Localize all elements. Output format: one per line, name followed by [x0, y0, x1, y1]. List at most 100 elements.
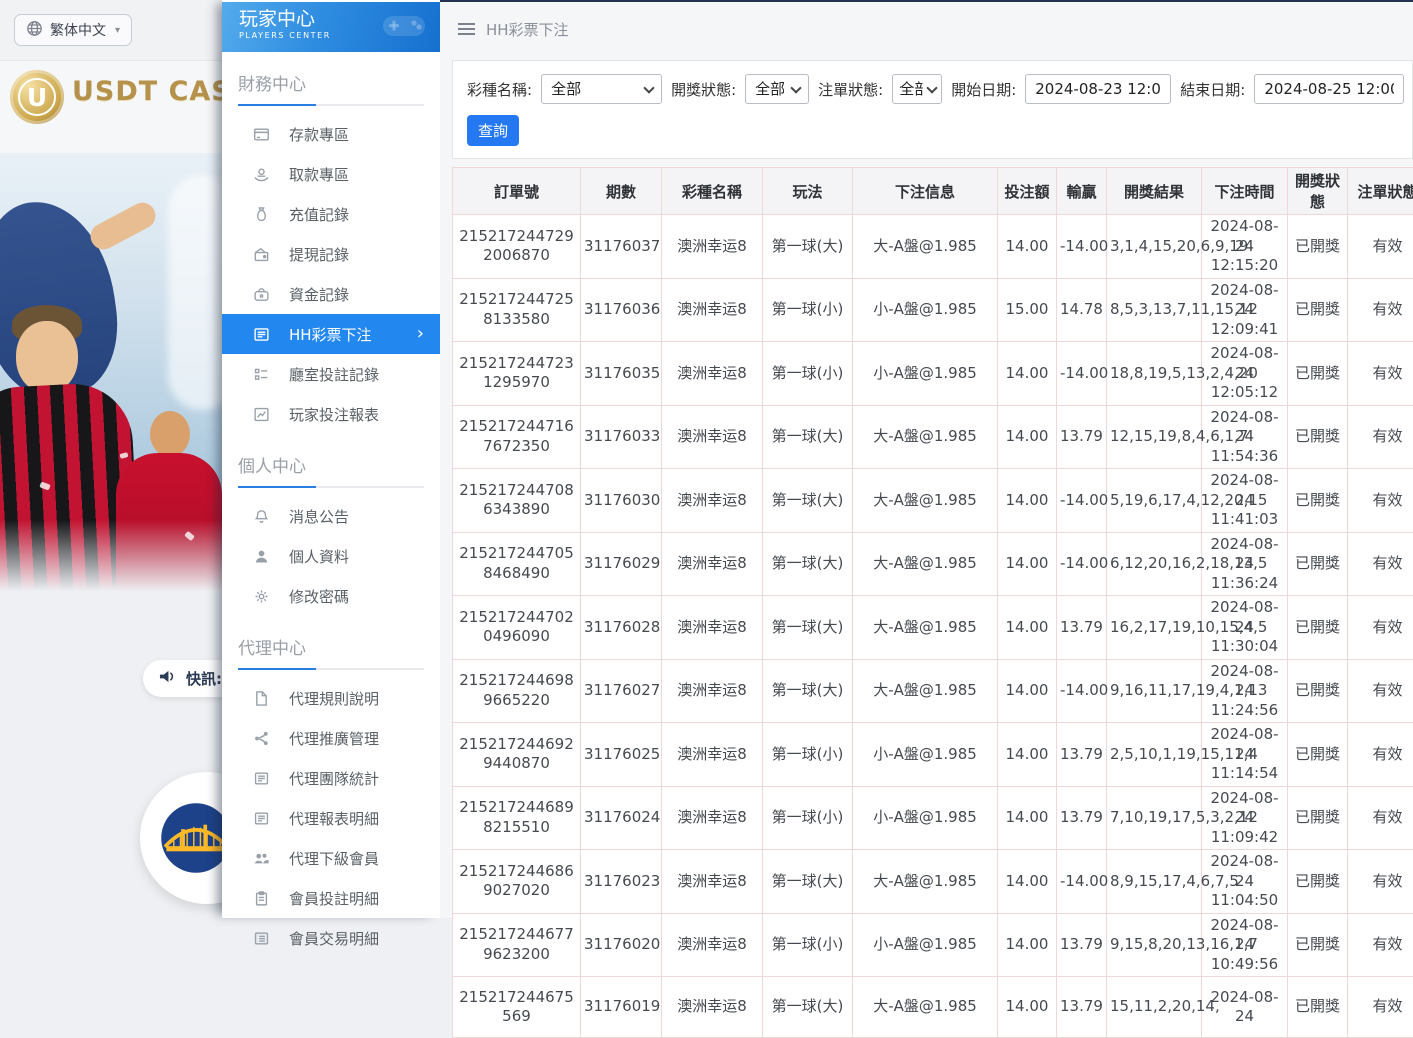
user-icon	[253, 548, 270, 565]
table-header-row: 訂單號期數彩種名稱玩法下注信息投注額輸贏開獎結果下注時間開獎狀態注單狀態	[453, 168, 1413, 215]
sidebar-item[interactable]: HH彩票下注 ›	[222, 314, 440, 354]
table-cell: 31176036	[581, 278, 662, 342]
sidebar-section-heading: 代理中心	[238, 634, 424, 670]
table-cell: 小-A盤@1.985	[853, 786, 998, 850]
table-cell: 2152172447020496090	[453, 596, 581, 660]
share-icon	[253, 730, 270, 747]
sidebar-item[interactable]: 玩家投注報表	[222, 394, 440, 434]
table-row: 215217244708634389031176030澳洲幸运8第一球(大)大-…	[453, 469, 1413, 533]
sidebar-item[interactable]: 修改密碼	[222, 576, 440, 616]
newspaper-icon	[253, 770, 270, 787]
table-cell: -14.00	[1057, 215, 1107, 279]
table-cell: 澳洲幸运8	[662, 532, 763, 596]
table-cell: 已開獎	[1288, 596, 1348, 660]
table-cell: 14.00	[998, 342, 1057, 406]
table-cell: 澳洲幸运8	[662, 786, 763, 850]
table-cell: 已開獎	[1288, 278, 1348, 342]
table-row: 215217244686902702031176023澳洲幸运8第一球(大)大-…	[453, 850, 1413, 914]
hero-player-arm	[86, 198, 160, 254]
table-cell: 2152172446898215510	[453, 786, 581, 850]
tasks-icon	[253, 366, 270, 383]
table-cell: 大-A盤@1.985	[853, 469, 998, 533]
sidebar-item[interactable]: 個人資料	[222, 536, 440, 576]
sidebar-item[interactable]: 代理規則說明	[222, 678, 440, 718]
table-cell: 第一球(大)	[763, 659, 853, 723]
lottery-select[interactable]: 全部	[541, 74, 662, 104]
order-status-select[interactable]: 全部	[892, 74, 942, 104]
table-cell: 有效	[1348, 913, 1413, 977]
table-cell: 14.00	[998, 596, 1057, 660]
column-header: 開獎狀態	[1288, 168, 1348, 215]
usdt-coin-icon: U	[10, 70, 64, 124]
table-cell: 14.00	[998, 977, 1057, 1038]
users-icon	[253, 850, 270, 867]
table-cell: 2152172446869027020	[453, 850, 581, 914]
table-cell: 2152172447058468490	[453, 532, 581, 596]
end-date-label: 結束日期:	[1180, 79, 1245, 100]
sidebar-item[interactable]: 資金記錄	[222, 274, 440, 314]
table-cell: 14.00	[998, 786, 1057, 850]
column-header: 玩法	[763, 168, 853, 215]
list-detail-icon	[253, 930, 270, 947]
wallet-icon	[253, 246, 270, 263]
table-cell: 有效	[1348, 850, 1413, 914]
sidebar-item[interactable]: 代理團隊統計	[222, 758, 440, 798]
table-cell: 小-A盤@1.985	[853, 913, 998, 977]
table-cell: 有效	[1348, 596, 1413, 660]
speaker-icon	[158, 668, 177, 689]
table-cell: 第一球(大)	[763, 977, 853, 1038]
table-cell: 澳洲幸运8	[662, 469, 763, 533]
table-cell: 2152172447231295970	[453, 342, 581, 406]
search-button[interactable]: 查詢	[467, 115, 519, 146]
list-icon	[253, 326, 270, 343]
globe-icon	[26, 20, 43, 41]
bets-table: 訂單號期數彩種名稱玩法下注信息投注額輸贏開獎結果下注時間開獎狀態注單狀態 215…	[452, 167, 1413, 1038]
table-cell: 澳洲幸运8	[662, 913, 763, 977]
sidebar-item[interactable]: 充值記錄	[222, 194, 440, 234]
table-cell: 第一球(小)	[763, 913, 853, 977]
end-date-input[interactable]	[1254, 74, 1404, 104]
table-cell: 31176020	[581, 913, 662, 977]
table-cell: 2152172447086343890	[453, 469, 581, 533]
table-cell: 大-A盤@1.985	[853, 850, 998, 914]
section-underline	[238, 668, 424, 670]
sidebar-item[interactable]: 取款專區	[222, 154, 440, 194]
sidebar-item[interactable]: 消息公告	[222, 496, 440, 536]
column-header: 彩種名稱	[662, 168, 763, 215]
column-header: 訂單號	[453, 168, 581, 215]
sidebar-item[interactable]: 提現記錄	[222, 234, 440, 274]
table-cell: 14.00	[998, 469, 1057, 533]
purse-icon	[253, 286, 270, 303]
sidebar-item[interactable]: 代理推廣管理	[222, 718, 440, 758]
start-date-input[interactable]	[1025, 74, 1171, 104]
language-selector[interactable]: 繁体中文 ▾	[14, 14, 132, 46]
table-cell: 已開獎	[1288, 786, 1348, 850]
table-cell: 18,8,19,5,13,2,4,20	[1107, 342, 1202, 406]
sidebar-item[interactable]: 存款專區	[222, 114, 440, 154]
language-label: 繁体中文	[50, 20, 106, 40]
table-cell: 已開獎	[1288, 342, 1348, 406]
sidebar-item[interactable]: 代理下級會員	[222, 838, 440, 878]
draw-status-select[interactable]: 全部	[745, 74, 809, 104]
column-header: 開獎結果	[1107, 168, 1202, 215]
table-cell: 31176037	[581, 215, 662, 279]
table-cell: 14.78	[1057, 278, 1107, 342]
table-cell: 澳洲幸运8	[662, 215, 763, 279]
table-cell: 2024-08-24 10:49:56	[1202, 913, 1288, 977]
table-cell: 13.79	[1057, 405, 1107, 469]
lottery-filter-label: 彩種名稱:	[467, 79, 532, 100]
sidebar-item[interactable]: 會員投註明細	[222, 878, 440, 918]
bell-icon	[253, 508, 270, 525]
table-cell: 有效	[1348, 977, 1413, 1038]
sidebar-item[interactable]: 代理報表明細	[222, 798, 440, 838]
table-row: 215217244725813358031176036澳洲幸运8第一球(小)小-…	[453, 278, 1413, 342]
table-cell: 2152172447292006870	[453, 215, 581, 279]
hamburger-menu-icon[interactable]	[458, 20, 475, 38]
sidebar-item[interactable]: 廳室投註記錄	[222, 354, 440, 394]
table-cell: -14.00	[1057, 532, 1107, 596]
table-cell: 第一球(大)	[763, 215, 853, 279]
table-cell: 3,1,4,15,20,6,9,19	[1107, 215, 1202, 279]
column-header: 下注時間	[1202, 168, 1288, 215]
sidebar-item[interactable]: 會員交易明細	[222, 918, 440, 958]
page-title: HH彩票下注	[486, 19, 569, 40]
